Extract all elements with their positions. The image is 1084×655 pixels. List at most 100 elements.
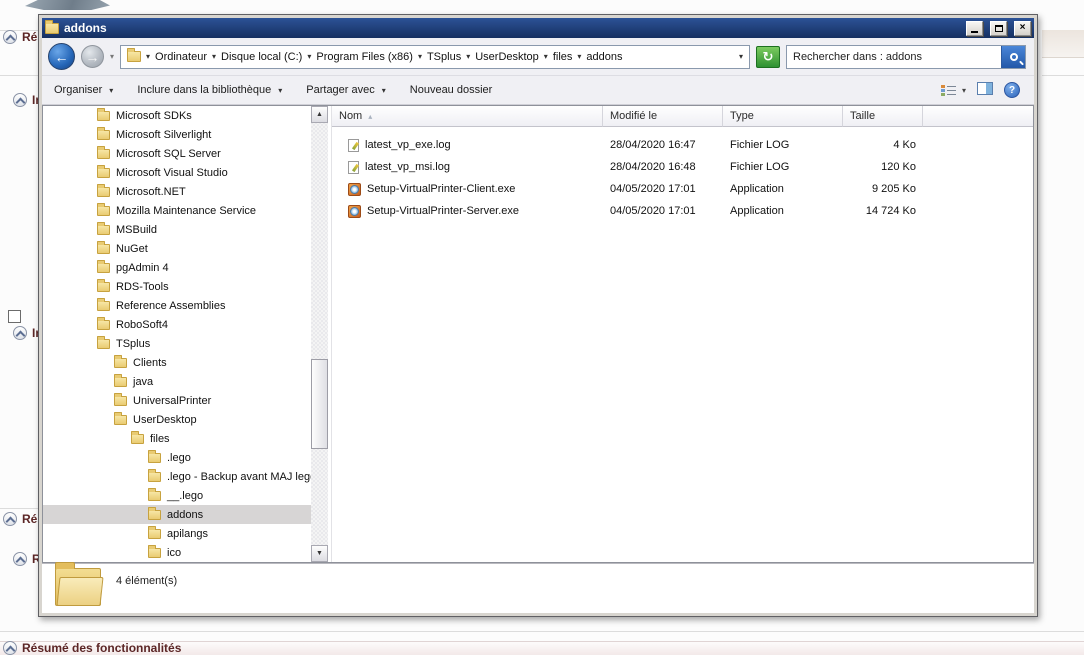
tree-item[interactable]: RoboSoft4 — [43, 315, 311, 334]
collapse-caret-icon[interactable] — [3, 30, 17, 44]
folder-icon — [97, 225, 110, 235]
breadcrumb[interactable]: ▾ Ordinateur ▾ Disque local (C:) ▾ Progr… — [120, 45, 750, 69]
column-header-name[interactable]: Nom ▴ — [332, 106, 603, 127]
collapse-caret-icon[interactable] — [3, 641, 17, 655]
chevron-down-icon: ▾ — [962, 86, 966, 95]
tree-item[interactable]: TSplus — [43, 334, 311, 353]
tree-item[interactable]: pgAdmin 4 — [43, 258, 311, 277]
search-input[interactable] — [787, 51, 1001, 63]
chevron-down-icon: ▾ — [382, 86, 386, 95]
tree-item[interactable]: UniversalPrinter — [43, 391, 311, 410]
tree-item[interactable]: Microsoft SQL Server — [43, 144, 311, 163]
breadcrumb-item[interactable]: ▾ Ordinateur — [146, 51, 207, 63]
search-box — [786, 45, 1026, 69]
forward-button[interactable]: → — [81, 45, 104, 68]
breadcrumb-item[interactable]: ▾ UserDesktop — [466, 51, 539, 63]
tree-item[interactable]: ico — [43, 543, 311, 562]
file-row[interactable]: latest_vp_exe.log 28/04/2020 16:47 Fichi… — [332, 134, 1033, 156]
preview-pane-button[interactable] — [977, 82, 993, 98]
toolbar-button[interactable]: Inclure dans la bibliothèque ▾ — [137, 84, 282, 96]
tree-item[interactable]: RDS-Tools — [43, 277, 311, 296]
folder-icon — [148, 510, 161, 520]
tree-item[interactable]: .lego — [43, 448, 311, 467]
scroll-down-icon: ▼ — [316, 550, 323, 557]
minimize-icon — [971, 31, 978, 33]
crumb-separator-icon: ▾ — [212, 52, 216, 61]
breadcrumb-item[interactable]: ▾ Disque local (C:) — [212, 51, 302, 63]
tree-item[interactable]: addons — [43, 505, 311, 524]
toolbar-button[interactable]: Nouveau dossier ▾ — [410, 84, 493, 96]
breadcrumb-folder-icon — [127, 51, 141, 62]
minimize-button[interactable] — [966, 21, 983, 36]
refresh-icon: ↻ — [763, 49, 774, 65]
column-label: Modifié le — [610, 110, 657, 122]
tree-item-label: files — [150, 433, 170, 445]
breadcrumb-item[interactable]: ▾ files — [544, 51, 573, 63]
list-view-icon — [941, 84, 956, 97]
tree-item[interactable]: Microsoft SDKs — [43, 106, 311, 125]
file-row[interactable]: Setup-VirtualPrinter-Client.exe 04/05/20… — [332, 178, 1033, 200]
tree-item[interactable]: .lego - Backup avant MAJ lego ex — [43, 467, 311, 486]
back-button[interactable]: ← — [48, 43, 75, 70]
scrollbar-thumb[interactable] — [311, 359, 328, 449]
column-headers: Nom ▴ Modifié le Type Taille — [332, 106, 1033, 127]
scroll-up-icon: ▲ — [316, 111, 323, 118]
folder-icon — [148, 472, 161, 482]
column-header-modified[interactable]: Modifié le — [603, 106, 723, 127]
column-header-type[interactable]: Type — [723, 106, 843, 127]
collapse-caret-icon[interactable] — [3, 512, 17, 526]
tree-item[interactable]: Microsoft Silverlight — [43, 125, 311, 144]
folder-icon — [131, 434, 144, 444]
file-row[interactable]: Setup-VirtualPrinter-Server.exe 04/05/20… — [332, 200, 1033, 222]
tree-item[interactable]: java — [43, 372, 311, 391]
forward-icon: → — [86, 50, 100, 64]
tree-item[interactable]: files — [43, 429, 311, 448]
checkbox[interactable] — [8, 310, 21, 323]
search-icon — [1010, 53, 1018, 61]
file-type-icon — [348, 161, 359, 174]
file-name: Setup-VirtualPrinter-Server.exe — [367, 205, 519, 217]
address-dropdown-icon[interactable]: ▾ — [739, 52, 743, 61]
breadcrumb-items: ▾ Ordinateur ▾ Disque local (C:) ▾ Progr… — [146, 51, 622, 63]
title-bar[interactable]: addons × — [42, 18, 1034, 38]
tree-item[interactable]: NuGet — [43, 239, 311, 258]
tree-item[interactable]: MSBuild — [43, 220, 311, 239]
column-header-size[interactable]: Taille — [843, 106, 923, 127]
change-view-button[interactable]: ▾ — [941, 84, 966, 97]
folder-icon — [97, 244, 110, 254]
collapse-caret-icon[interactable] — [13, 326, 27, 340]
breadcrumb-item[interactable]: ▾ Program Files (x86) — [307, 51, 413, 63]
breadcrumb-item[interactable]: ▾ addons — [577, 51, 622, 63]
collapse-caret-icon[interactable] — [13, 93, 27, 107]
tree-scrollbar[interactable]: ▲ ▼ — [311, 106, 328, 562]
scroll-down-button[interactable]: ▼ — [311, 545, 328, 562]
history-dropdown[interactable]: ▾ — [110, 52, 114, 61]
file-name: latest_vp_msi.log — [365, 161, 450, 173]
collapse-caret-icon[interactable] — [13, 552, 27, 566]
maximize-button[interactable] — [990, 21, 1007, 36]
tree-item[interactable]: apilangs — [43, 524, 311, 543]
toolbar-items: Organiser ▾ Inclure dans la bibliothèque… — [54, 84, 492, 96]
search-button[interactable] — [1001, 46, 1025, 68]
bg-section-header[interactable]: R — [13, 552, 41, 566]
bg-bottom-section-header[interactable]: Résumé des fonctionnalités — [3, 641, 181, 655]
tree-item[interactable]: __.lego — [43, 486, 311, 505]
breadcrumb-item[interactable]: ▾ TSplus — [418, 51, 461, 63]
toolbar-button[interactable]: Partager avec ▾ — [306, 84, 386, 96]
tree-item[interactable]: Microsoft Visual Studio — [43, 163, 311, 182]
folder-icon — [97, 339, 110, 349]
column-header-empty[interactable] — [923, 106, 1033, 127]
tree-item[interactable]: Reference Assemblies — [43, 296, 311, 315]
toolbar-button[interactable]: Organiser ▾ — [54, 84, 113, 96]
tree-item[interactable]: Clients — [43, 353, 311, 372]
refresh-button[interactable]: ↻ — [756, 46, 780, 68]
help-button[interactable]: ? — [1004, 82, 1020, 98]
file-name: latest_vp_exe.log — [365, 139, 451, 151]
tree-item[interactable]: Mozilla Maintenance Service — [43, 201, 311, 220]
scroll-up-button[interactable]: ▲ — [311, 106, 328, 123]
tree-item[interactable]: Microsoft.NET — [43, 182, 311, 201]
folder-icon — [97, 111, 110, 121]
file-row[interactable]: latest_vp_msi.log 28/04/2020 16:48 Fichi… — [332, 156, 1033, 178]
close-button[interactable]: × — [1014, 21, 1031, 36]
tree-item[interactable]: UserDesktop — [43, 410, 311, 429]
